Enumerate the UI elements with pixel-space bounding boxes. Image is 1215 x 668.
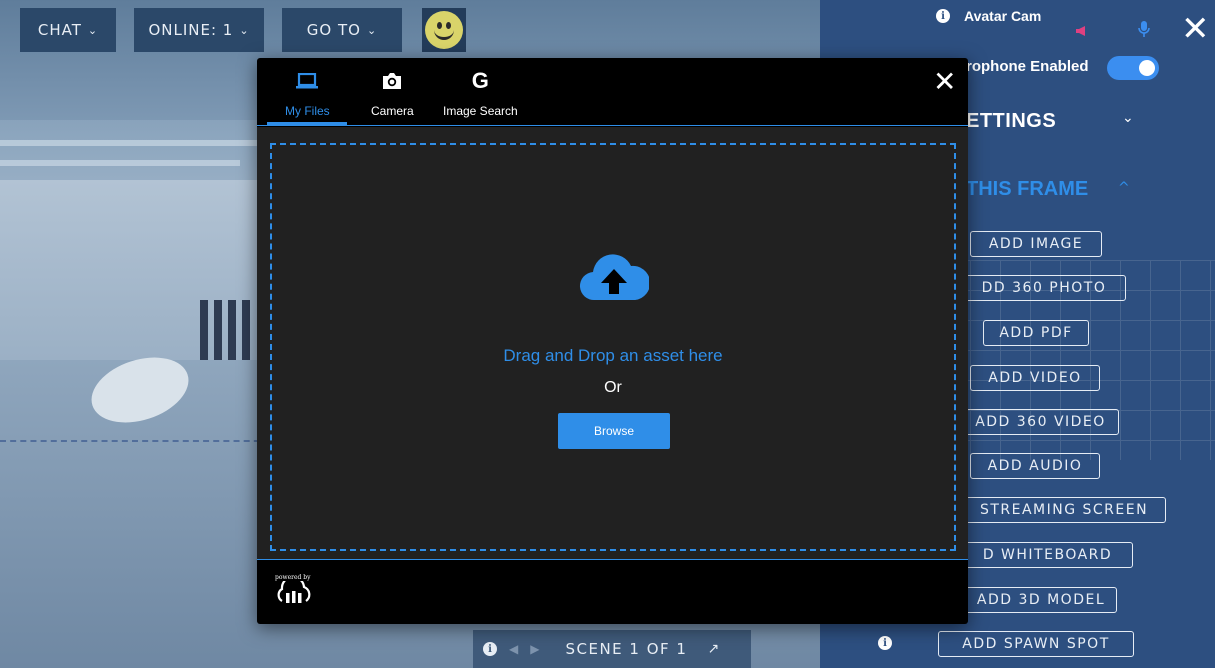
chevron-down-icon: ⌄ <box>366 23 378 37</box>
info-icon[interactable]: i <box>878 636 892 650</box>
upload-modal: My Files Camera G Image Search ✕ Drag an… <box>257 58 968 624</box>
add-audio-button[interactable]: ADD AUDIO <box>970 453 1100 479</box>
tab-label: Image Search <box>443 104 518 118</box>
go-to-button[interactable]: GO TO ⌄ <box>282 8 402 52</box>
tab-my-files[interactable]: My Files <box>285 68 330 118</box>
chevron-down-icon: ⌄ <box>239 23 250 37</box>
tab-label: My Files <box>285 104 330 118</box>
microphone-toggle[interactable] <box>1107 56 1159 80</box>
streaming-screen-button[interactable]: STREAMING SCREEN <box>962 497 1166 523</box>
add-to-frame-heading[interactable]: THIS FRAME <box>966 178 1088 201</box>
chevron-up-icon[interactable]: ^ <box>1118 180 1130 196</box>
camera-icon <box>381 68 403 94</box>
chat-button[interactable]: CHAT ⌄ <box>20 8 116 52</box>
google-icon: G <box>471 68 489 93</box>
settings-heading[interactable]: ETTINGS <box>966 110 1056 133</box>
scene-navigation-bar: i ◀ ▶ SCENE 1 OF 1 ↗ <box>473 630 751 668</box>
browse-button[interactable]: Browse <box>558 413 670 449</box>
or-separator: Or <box>604 379 622 396</box>
add-360-photo-button[interactable]: DD 360 PHOTO <box>962 275 1126 301</box>
laptop-icon <box>296 68 319 94</box>
add-3d-model-button[interactable]: ADD 3D MODEL <box>965 587 1117 613</box>
active-tab-indicator <box>267 122 347 125</box>
add-image-button[interactable]: ADD IMAGE <box>970 231 1102 257</box>
next-scene-icon[interactable]: ▶ <box>530 642 539 656</box>
drag-drop-instruction: Drag and Drop an asset here <box>503 346 723 365</box>
modal-tab-bar: My Files Camera G Image Search ✕ <box>257 58 968 126</box>
tab-camera[interactable]: Camera <box>371 68 414 118</box>
megaphone-icon[interactable] <box>1075 24 1089 42</box>
cloudinary-logo-icon <box>275 575 313 609</box>
smiley-icon <box>425 11 463 49</box>
modal-body: Drag and Drop an asset here Or Browse <box>257 127 968 560</box>
online-users-button[interactable]: ONLINE: 1 ⌄ <box>134 8 264 52</box>
powered-by-branding[interactable]: powered by <box>275 574 313 609</box>
chevron-down-icon[interactable]: ⌄ <box>1122 110 1134 126</box>
scene-window <box>228 300 236 360</box>
add-video-button[interactable]: ADD VIDEO <box>970 365 1100 391</box>
toggle-knob <box>1139 60 1155 76</box>
scene-window <box>200 300 208 360</box>
drop-zone[interactable]: Drag and Drop an asset here Or Browse <box>270 143 956 551</box>
tab-image-search[interactable]: G Image Search <box>443 68 518 118</box>
add-pdf-button[interactable]: ADD PDF <box>983 320 1089 346</box>
close-panel-icon[interactable]: ✕ <box>1181 12 1210 46</box>
microphone-icon[interactable] <box>1138 20 1150 42</box>
previous-scene-icon[interactable]: ◀ <box>509 642 518 656</box>
scene-window <box>242 300 250 360</box>
scene-beam <box>0 160 240 166</box>
chevron-down-icon: ⌄ <box>87 23 99 37</box>
info-icon[interactable]: i <box>936 9 950 23</box>
go-to-label: GO TO <box>306 21 361 39</box>
microphone-enabled-label: rophone Enabled <box>966 58 1089 75</box>
scene-beam <box>0 140 260 146</box>
add-360-video-button[interactable]: ADD 360 VIDEO <box>962 409 1119 435</box>
add-spawn-spot-button[interactable]: ADD SPAWN SPOT <box>938 631 1134 657</box>
chat-label: CHAT <box>37 21 82 39</box>
scene-window <box>214 300 222 360</box>
powered-by-text: powered by <box>275 574 311 581</box>
scene-boundary-line <box>0 440 270 442</box>
close-modal-icon[interactable]: ✕ <box>933 68 956 96</box>
expand-icon[interactable]: ↗ <box>707 641 719 657</box>
cloud-upload-icon <box>579 252 651 306</box>
tab-label: Camera <box>371 104 414 118</box>
avatar-cam-row[interactable]: i Avatar Cam <box>936 8 1041 24</box>
add-whiteboard-button[interactable]: D WHITEBOARD <box>962 542 1133 568</box>
info-icon[interactable]: i <box>483 642 497 656</box>
avatar-cam-label: Avatar Cam <box>964 8 1042 24</box>
online-label: ONLINE: 1 <box>148 21 234 39</box>
scene-counter: SCENE 1 OF 1 <box>565 640 688 658</box>
emoji-button[interactable] <box>422 8 466 52</box>
